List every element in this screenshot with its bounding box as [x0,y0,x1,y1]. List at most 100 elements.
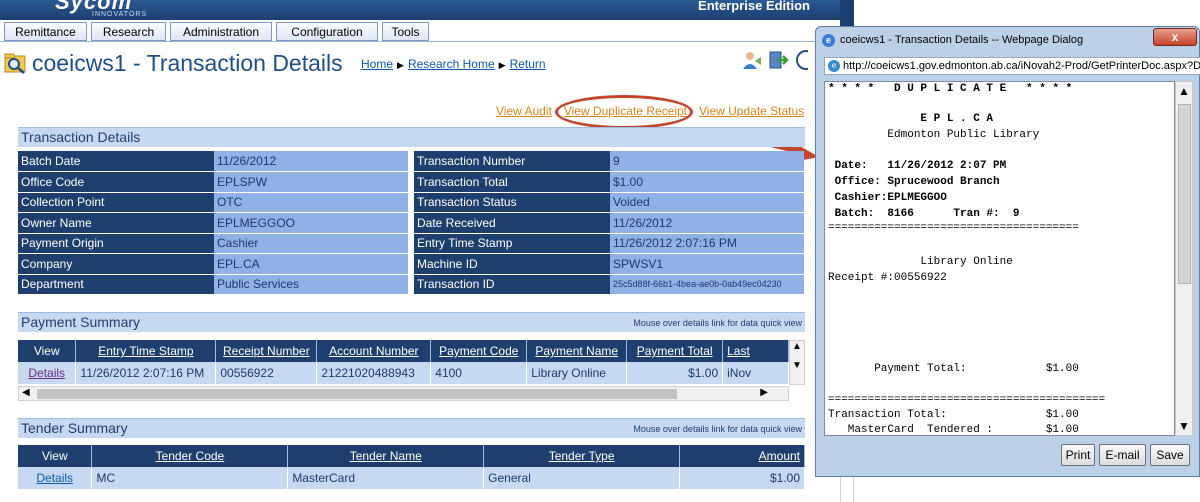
detail-label: Company [18,253,214,275]
email-button[interactable]: E-mail [1099,444,1146,466]
column-header[interactable]: Tender Code [91,445,289,467]
detail-value: Cashier [214,233,408,254]
receipt-line: E P L . C A [828,113,994,125]
column-header[interactable]: Tender Name [287,445,485,467]
menu-research[interactable]: Research [91,22,166,41]
user-icon[interactable] [741,49,763,71]
table-cell: $1.00 [626,362,724,384]
section-title: Transaction Details [21,129,141,145]
title-row: coeicws1 - Transaction Details Home ▶ Rese… [0,44,840,84]
ie-icon: e [822,34,835,47]
edition-label: Enterprise Edition [698,0,810,13]
payment-details-link[interactable]: Details [28,366,65,380]
scroll-left-icon[interactable]: ◀ [22,387,30,398]
payment-table-vertical-scrollbar[interactable]: ▲ ▼ [789,340,805,385]
detail-label: Collection Point [18,192,214,213]
tender-summary-table: View Tender Code Tender Name Tender Type… [18,445,805,489]
receipt-line: MasterCard Tendered : $1.00 [828,424,1079,436]
detail-value: EPLMEGGOO [214,212,408,234]
scroll-up-icon[interactable]: ▲ [1178,84,1190,98]
scroll-right-icon[interactable]: ▶ [760,387,768,398]
view-update-status-link[interactable]: View Update Status [699,104,804,118]
detail-value: OTC [214,192,408,213]
table-cell: $1.00 [679,467,805,489]
receipt-dialog: e coeicws1 - Transaction Details -- Webp… [815,26,1200,477]
transaction-details-right: Transaction Number 9 Transaction Total $1.… [414,151,804,295]
scrollbar-thumb[interactable] [37,389,677,399]
scroll-down-icon[interactable]: ▼ [1178,419,1190,433]
table-cell: 21221020488943 [316,362,432,384]
payment-table-horizontal-scrollbar[interactable]: ◀ ▶ [18,386,789,401]
column-header[interactable]: Entry Time Stamp [75,340,217,362]
receipt-line: ====================================== [828,222,1079,234]
page-icon: e [828,60,840,72]
exit-icon[interactable] [767,49,789,71]
section-note: Mouse over details link for data quick v… [633,424,802,434]
breadcrumb-home[interactable]: Home [361,57,393,71]
receipt-line: Payment Total: $1.00 [828,363,1079,375]
detail-value: 11/26/2012 [214,151,408,172]
detail-row: Transaction ID 25c5d88f-66b1-4bea-ae0b-0a… [414,274,804,295]
column-header[interactable]: Account Number [316,340,432,362]
scroll-down-icon[interactable]: ▼ [790,360,804,371]
receipt-line: * * * * D U P L I C A T E * * * * [828,83,1073,95]
menu-administration[interactable]: Administration [170,22,272,41]
scrollbar-thumb[interactable] [1178,104,1191,284]
menu-tools[interactable]: Tools [382,22,429,41]
close-button[interactable]: x [1153,28,1197,46]
column-header[interactable]: Amount [679,445,805,467]
detail-row: Collection Point OTC [18,192,408,213]
receipt-line: Transaction Total: $1.00 [828,409,1079,421]
detail-row: Transaction Status Voided [414,192,804,213]
scroll-up-icon[interactable]: ▲ [790,341,804,352]
table-header-row: View Entry Time Stamp Receipt Number Acc… [18,340,789,362]
column-header[interactable]: Payment Code [430,340,528,362]
view-audit-link[interactable]: View Audit [496,104,552,118]
breadcrumb-separator-icon: ▶ [498,60,506,70]
detail-value: $1.00 [610,171,804,193]
detail-row: Company EPL.CA [18,253,408,275]
detail-label: Department [18,274,214,295]
detail-value: Voided [610,192,804,213]
detail-value: 11/26/2012 [610,212,804,234]
banner-edge [840,0,854,26]
table-cell: Library Online [526,362,628,384]
column-header[interactable]: Payment Name [526,340,628,362]
detail-row: Entry Time Stamp 11/26/2012 2:07:16 PM [414,233,804,254]
column-header[interactable]: Receipt Number [215,340,318,362]
column-header[interactable]: Last [722,340,789,362]
print-button[interactable]: Print [1061,444,1095,466]
receipt-scrollbar[interactable]: ▲ ▼ [1175,81,1193,436]
help-icon[interactable] [794,49,808,71]
table-row: Details MC MasterCard General $1.00 [18,467,805,489]
detail-label: Payment Origin [18,233,214,254]
section-title: Payment Summary [21,314,141,330]
detail-row: Owner Name EPLMEGGOO [18,212,408,234]
receipt-line: Date: 11/26/2012 2:07 PM [828,160,1007,172]
menu-remittance[interactable]: Remittance [4,22,87,41]
detail-value: EPLSPW [214,171,408,193]
detail-label: Transaction Total [414,171,610,193]
detail-row: Transaction Total $1.00 [414,171,804,193]
table-cell: General [483,467,681,489]
breadcrumb-return[interactable]: Return [510,57,546,71]
column-header[interactable]: Payment Total [626,340,724,362]
table-cell: MasterCard [287,467,485,489]
table-cell: 00556922 [215,362,318,384]
detail-label: Owner Name [18,212,214,234]
detail-label: Transaction Number [414,151,610,172]
tender-summary-header: Tender Summary Mouse over details link f… [18,418,805,438]
dialog-title: coeicws1 - Transaction Details -- Webpag… [840,34,1084,46]
menu-configuration[interactable]: Configuration [276,22,378,41]
page-scrollbar-track [840,477,854,502]
section-title: Tender Summary [21,420,128,436]
table-cell: 11/26/2012 2:07:16 PM [75,362,217,384]
detail-label: Entry Time Stamp [414,233,610,254]
dialog-address-bar: e http://coeicws1.gov.edmonton.ab.ca/iNo… [824,57,1200,75]
receipt-line: Library Online [828,256,1013,268]
breadcrumb-research-home[interactable]: Research Home [408,57,495,71]
tender-details-link[interactable]: Details [36,471,73,485]
save-button[interactable]: Save [1150,444,1190,466]
column-header[interactable]: Tender Type [483,445,681,467]
detail-row: Office Code EPLSPW [18,171,408,193]
